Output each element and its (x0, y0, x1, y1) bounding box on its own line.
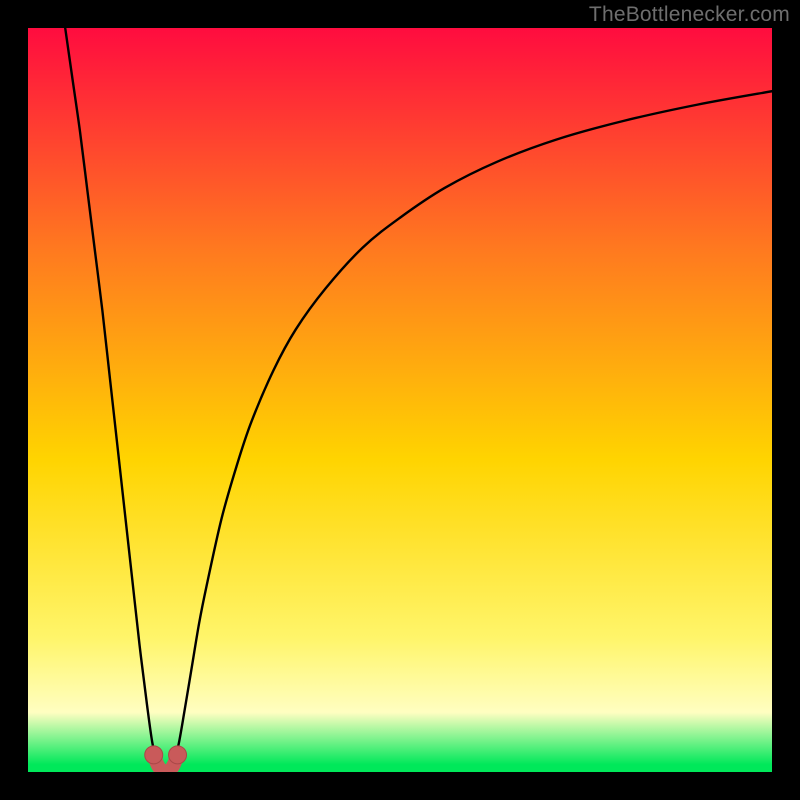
marker-dot (169, 746, 187, 764)
plot-area (28, 28, 772, 772)
marker-dot (145, 746, 163, 764)
chart-frame: TheBottlenecker.com (0, 0, 800, 800)
watermark-text: TheBottlenecker.com (589, 3, 790, 27)
gradient-background (28, 28, 772, 772)
chart-svg (28, 28, 772, 772)
